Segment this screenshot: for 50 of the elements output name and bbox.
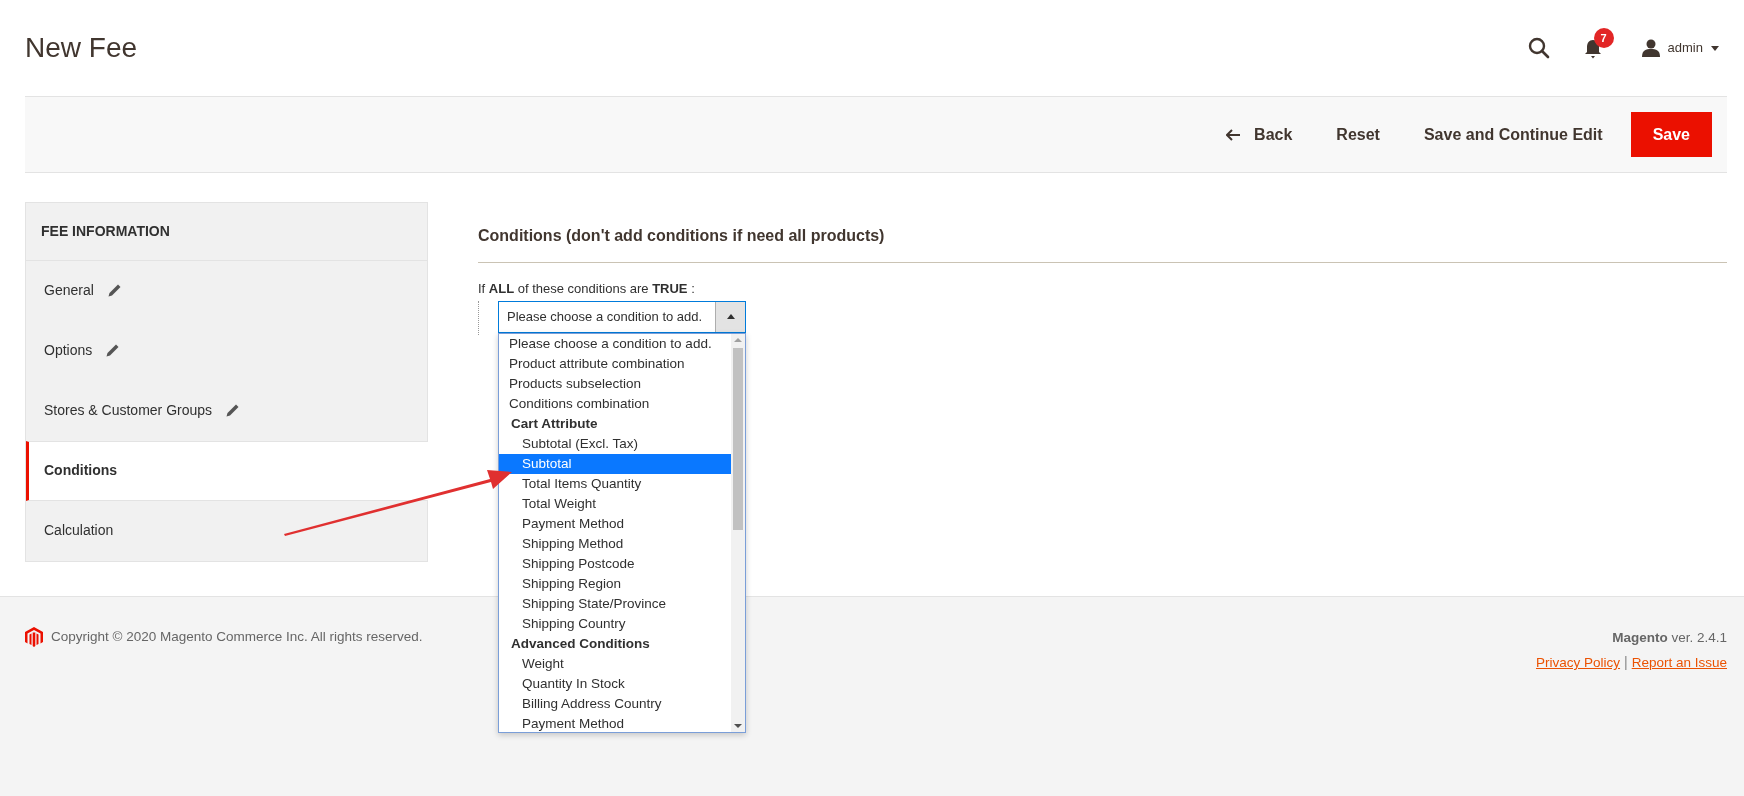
dropdown-option[interactable]: Shipping Postcode — [499, 553, 731, 574]
dropdown-option[interactable]: Please choose a condition to add. — [499, 333, 731, 354]
link-separator: | — [1624, 654, 1628, 671]
action-button[interactable]: Reset — [1314, 110, 1402, 159]
copyright-text: Copyright © 2020 Magento Commerce Inc. All rights reserved. — [51, 628, 423, 646]
dropdown-option[interactable]: Weight — [499, 653, 731, 674]
pencil-icon — [226, 404, 240, 418]
sidebar-tab[interactable]: Conditions — [26, 440, 428, 501]
logo-icon — [25, 627, 43, 647]
sidebar-tab[interactable]: Calculation — [26, 500, 427, 561]
scrollbar-drawing[interactable] — [731, 333, 745, 732]
dropdown-option[interactable]: Total Items Quantity — [499, 473, 731, 494]
sidebar-tab[interactable]: Stores & Customer Groups — [26, 380, 427, 441]
condition-rule-text: If ALL of these conditions are TRUE : — [478, 281, 695, 296]
dropdown-option[interactable]: Shipping Region — [499, 573, 731, 594]
dropdown-option[interactable]: Payment Method — [499, 713, 731, 732]
bell-icon[interactable] — [1583, 38, 1602, 59]
sidebar-tab[interactable]: General — [26, 260, 427, 321]
option-group-label: Cart Attribute — [510, 414, 599, 433]
pencil-icon — [107, 284, 121, 298]
page-title: New Fee — [25, 31, 138, 65]
pencil-icon — [106, 344, 120, 358]
dropdown-option[interactable]: Payment Method — [499, 513, 731, 534]
version-text: Magento ver. 2.4.1 — [1612, 630, 1727, 645]
dropdown-option[interactable]: Total Weight — [499, 493, 731, 514]
sidebar-tab[interactable]: Options — [26, 320, 427, 381]
dropdown-option[interactable]: Products subselection — [499, 373, 731, 394]
dropdown-option[interactable]: Shipping State/Province — [499, 593, 731, 614]
user-name[interactable]: admin — [1667, 38, 1703, 58]
section-heading: Conditions (don't add conditions if need all products) — [478, 224, 1727, 263]
dropdown-option[interactable]: Billing Address Country — [499, 693, 731, 714]
dropdown-option[interactable]: Subtotal (Excl. Tax) — [499, 433, 731, 454]
save-button[interactable]: Save — [1630, 112, 1712, 157]
dropdown-option[interactable]: Shipping Method — [499, 533, 731, 554]
action-button[interactable]: Save and Continue Edit — [1401, 110, 1625, 159]
caret-icon[interactable] — [1711, 45, 1719, 51]
search-icon[interactable] — [1527, 37, 1550, 59]
condition-select[interactable]: Please choose a condition to add. — [498, 300, 746, 333]
dropdown-option[interactable]: Shipping Country — [499, 613, 731, 634]
sidebar-title: FEE INFORMATION — [26, 203, 427, 261]
back-button[interactable]: Back — [1204, 110, 1315, 159]
dropdown-option[interactable]: Conditions combination — [499, 393, 731, 414]
option-group-label: Advanced Conditions — [510, 634, 651, 653]
caret-up-icon — [726, 314, 735, 319]
notification-count: 7 — [1593, 28, 1614, 49]
dropdown-option[interactable]: Product attribute combination — [499, 353, 731, 374]
dropdown-option[interactable]: Subtotal — [499, 453, 731, 474]
user-icon[interactable] — [1641, 39, 1660, 57]
arrow-left-icon — [1226, 128, 1241, 141]
dropdown-option[interactable]: Quantity In Stock — [499, 673, 731, 694]
